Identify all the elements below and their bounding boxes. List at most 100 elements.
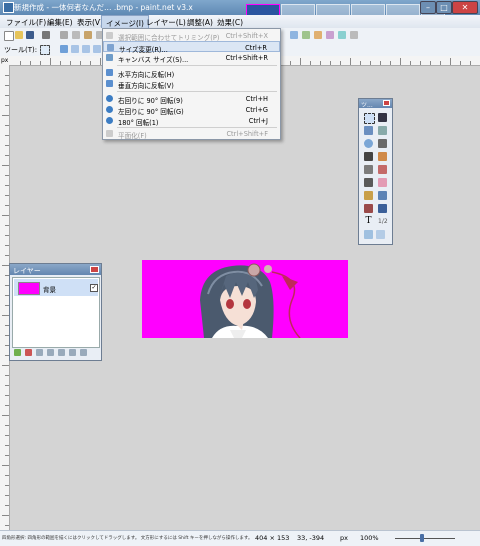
ruler-tick — [5, 145, 9, 146]
cut-icon[interactable] — [60, 31, 68, 39]
minimize-button[interactable]: – — [420, 1, 436, 14]
close-button[interactable]: ✕ — [452, 1, 478, 14]
print-icon[interactable] — [42, 31, 50, 39]
copy-icon[interactable] — [72, 31, 80, 39]
gradient-tool-icon[interactable] — [378, 165, 387, 174]
zoom-slider-knob[interactable] — [420, 534, 424, 542]
rect-select-icon[interactable] — [40, 45, 50, 55]
selection-mode-icon[interactable] — [71, 45, 79, 53]
add-layer-icon[interactable] — [14, 349, 21, 356]
layer-down-icon[interactable] — [69, 349, 76, 356]
toolbar-icon[interactable] — [350, 31, 358, 39]
menu-item-rotate-180[interactable]: 180° 回転(1) Ctrl+J — [103, 115, 280, 127]
selection-mode-icon[interactable] — [82, 45, 90, 53]
rect-select-tool-icon[interactable] — [364, 113, 375, 124]
ruler-tick — [5, 105, 9, 106]
unit-selector[interactable]: px — [340, 534, 348, 542]
line-tool-icon[interactable]: 1/2 — [378, 217, 388, 226]
ruler-tick — [90, 61, 91, 65]
menu-item-flip-vertical[interactable]: 垂直方向に反転(V) — [103, 78, 280, 90]
ruler-tick — [5, 505, 9, 506]
crop-icon — [106, 32, 113, 39]
open-folder-icon[interactable] — [15, 31, 23, 39]
tools-window-title: ツ... — [361, 102, 373, 109]
ruler-tick — [5, 75, 9, 76]
ruler-tick — [2, 315, 9, 316]
eraser-tool-icon[interactable] — [378, 178, 387, 187]
menu-view[interactable]: 表示(V) — [77, 17, 103, 28]
menu-item-resize[interactable]: サイズ変更(R)... Ctrl+R — [103, 41, 280, 54]
ruler-tick — [5, 525, 9, 526]
text-tool-icon[interactable]: T — [364, 217, 373, 226]
menu-adjust[interactable]: 調整(A) — [187, 17, 213, 28]
menu-item-crop-to-selection[interactable]: 選択範囲に合わせてトリミング(P) Ctrl+Shift+X — [103, 30, 280, 42]
ruler-tick — [290, 61, 291, 65]
rotate-180-icon — [106, 117, 113, 124]
menu-edit[interactable]: 編集(E) — [47, 17, 73, 28]
paint-bucket-tool-icon[interactable] — [364, 165, 373, 174]
zoom-slider[interactable] — [395, 538, 455, 539]
recolor-tool-icon[interactable] — [378, 204, 387, 213]
move-selection-tool-icon[interactable] — [378, 126, 387, 135]
layer-visibility-checkbox[interactable]: ✓ — [90, 284, 98, 292]
pencil-tool-icon[interactable] — [364, 191, 373, 200]
menu-item-flatten[interactable]: 平面化(F) Ctrl+Shift+F — [103, 128, 280, 140]
toolbar-icon[interactable] — [338, 31, 346, 39]
canvas-image[interactable] — [142, 260, 348, 338]
menu-layer[interactable]: レイヤー(L) — [146, 17, 186, 28]
ruler-tick — [5, 205, 9, 206]
ellipse-select-tool-icon[interactable] — [364, 139, 373, 148]
ruler-tick — [5, 495, 9, 496]
zoom-level[interactable]: 100% — [360, 534, 379, 542]
move-tool-icon[interactable] — [378, 113, 387, 122]
ruler-tick — [5, 255, 9, 256]
ruler-tick — [5, 395, 9, 396]
pan-tool-icon[interactable] — [378, 152, 387, 161]
magic-wand-tool-icon[interactable] — [364, 152, 373, 161]
layer-thumbnail — [18, 282, 40, 295]
layers-window-titlebar[interactable]: レイヤー — [10, 264, 101, 275]
menu-effects[interactable]: 効果(C) — [217, 17, 243, 28]
shapes-tool-icon[interactable] — [376, 230, 385, 239]
shapes-tool-icon[interactable] — [364, 230, 373, 239]
title-bar[interactable]: 新規作成 - 一体何者なんだ… .bmp - paint.net v3.x – … — [0, 0, 480, 36]
ruler-tick — [5, 185, 9, 186]
selection-mode-icon[interactable] — [93, 45, 101, 53]
menu-item-rotate-ccw-90[interactable]: 左回りに 90° 回転(G) Ctrl+G — [103, 104, 280, 116]
menu-item-canvas-size[interactable]: キャンバス サイズ(S)... Ctrl+Shift+R — [103, 52, 280, 64]
merge-layer-icon[interactable] — [47, 349, 54, 356]
toolbar-icon[interactable] — [326, 31, 334, 39]
ruler-tick — [5, 375, 9, 376]
layer-row[interactable]: 背景 ✓ — [14, 279, 98, 296]
ruler-tick — [5, 195, 9, 196]
new-file-icon[interactable] — [4, 31, 14, 41]
color-picker-tool-icon[interactable] — [378, 191, 387, 200]
toolbar-icon[interactable] — [314, 31, 322, 39]
ruler-tick — [410, 61, 411, 65]
menu-item-flip-horizontal[interactable]: 水平方向に反転(H) — [103, 67, 280, 79]
ruler-tick — [5, 135, 9, 136]
menu-file[interactable]: ファイル(F) — [6, 17, 46, 28]
save-icon[interactable] — [26, 31, 34, 39]
zoom-tool-icon[interactable] — [378, 139, 387, 148]
duplicate-layer-icon[interactable] — [36, 349, 43, 356]
delete-layer-icon[interactable] — [25, 349, 32, 356]
ruler-tick — [5, 455, 9, 456]
ruler-tick — [430, 61, 431, 65]
ruler-tick — [400, 58, 401, 65]
toolbar-icon[interactable] — [302, 31, 310, 39]
tools-window-titlebar[interactable]: ツ... — [359, 99, 392, 109]
clone-stamp-tool-icon[interactable] — [364, 204, 373, 213]
maximize-button[interactable]: □ — [436, 1, 452, 14]
brush-tool-icon[interactable] — [364, 178, 373, 187]
ruler-tick — [460, 61, 461, 65]
selection-mode-icon[interactable] — [60, 45, 68, 53]
layer-properties-icon[interactable] — [80, 349, 87, 356]
layers-close-button[interactable] — [90, 266, 99, 273]
paste-icon[interactable] — [84, 31, 92, 39]
lasso-tool-icon[interactable] — [364, 126, 373, 135]
layer-up-icon[interactable] — [58, 349, 65, 356]
menu-item-rotate-cw-90[interactable]: 右回りに 90° 回転(9) Ctrl+H — [103, 93, 280, 105]
toolbar-icon[interactable] — [290, 31, 298, 39]
tools-close-button[interactable] — [383, 100, 390, 106]
